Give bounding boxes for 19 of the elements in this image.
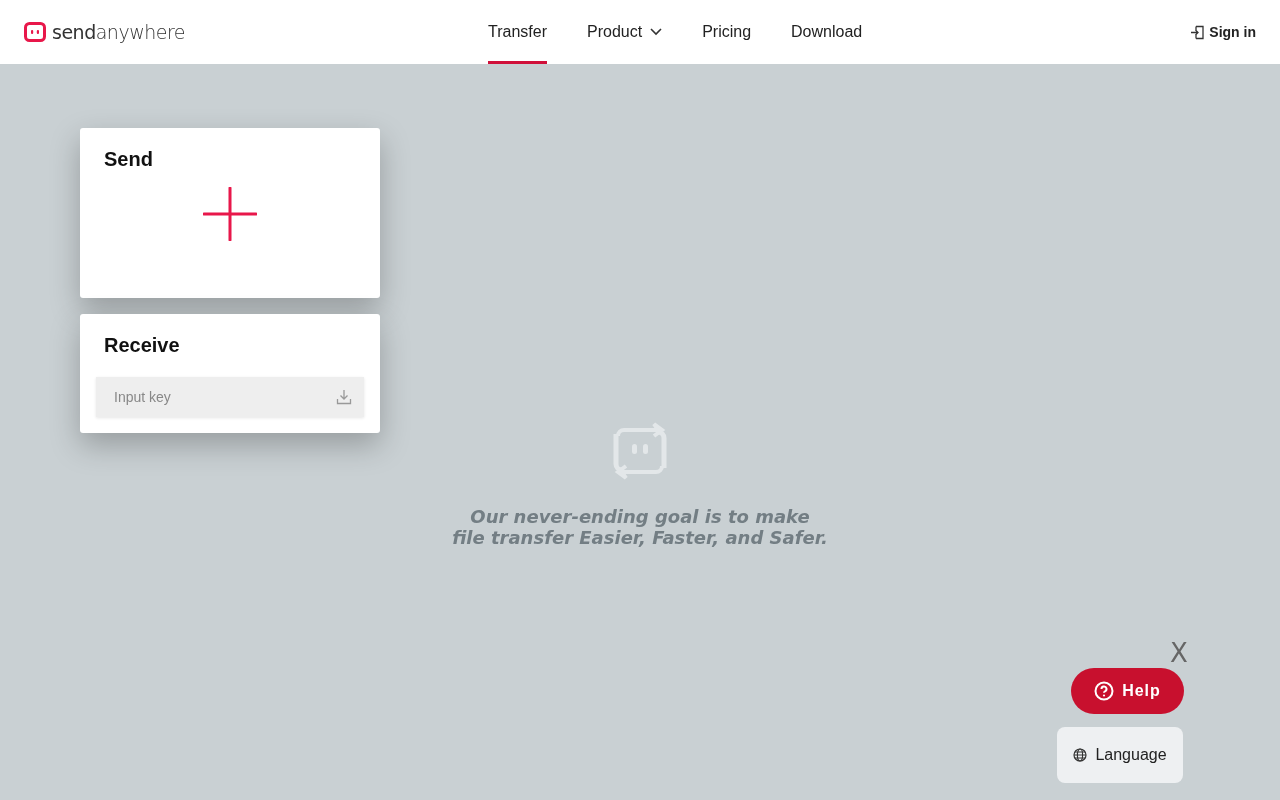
sign-in-link[interactable]: Sign in [1190,24,1256,40]
send-title: Send [104,148,154,171]
input-key-field[interactable]: Input key [96,377,364,417]
globe-icon [1073,748,1088,762]
sign-in-icon [1190,24,1206,40]
help-button[interactable]: Help [1071,668,1184,714]
nav-tab[interactable]: Pricing [702,0,752,64]
close-button[interactable]: X [1170,640,1188,666]
nav-tab[interactable]: Download [791,0,863,64]
add-file-button[interactable] [203,187,257,241]
language-button[interactable]: Language [1057,727,1183,783]
nav-tab[interactable]: Transfer [488,0,547,64]
receive-title: Receive [104,334,181,357]
chevron-down-icon [650,28,663,36]
question-icon [1094,681,1115,701]
tagline-text: Our never-ending goal is to make file transfer Easier, Faster, and Safer. [452,506,828,548]
download-icon [336,389,352,405]
sendanywhere-logo[interactable]: sendanywhere [24,20,185,44]
nav-tab[interactable]: Product [587,0,663,64]
